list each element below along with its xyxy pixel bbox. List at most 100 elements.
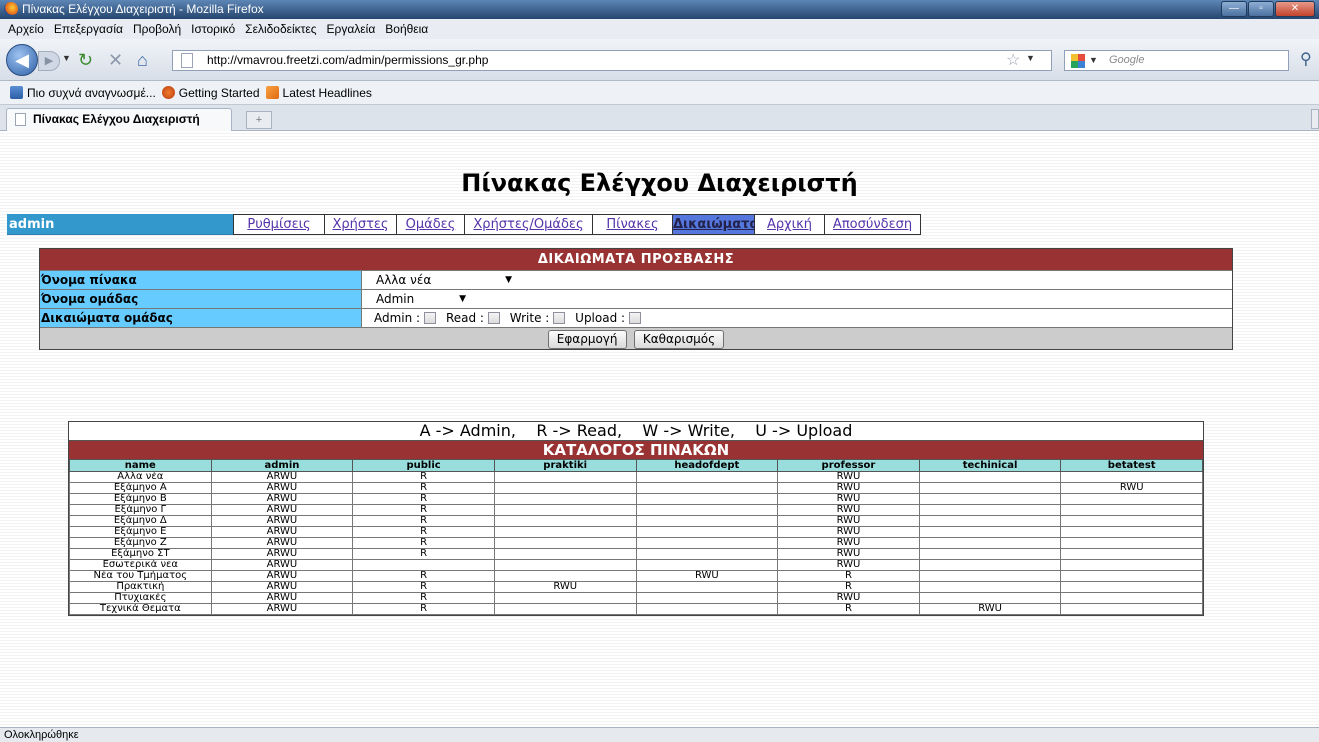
most-visited-icon [10,86,23,99]
close-button[interactable]: ✕ [1275,1,1315,17]
table-name-cell: Αλλα νέα [69,471,212,483]
window-title: Πίνακας Ελέγχου Διαχειριστή - Mozilla Fi… [22,2,264,16]
permission-cell [918,592,1062,604]
tables-catalog: A -> Admin, R -> Read, W -> Write, U -> … [68,421,1204,616]
tab-strip: Πίνακας Ελέγχου Διαχειριστή + [0,105,1319,131]
google-icon[interactable] [1071,54,1085,68]
table-name-cell: Πρακτική [69,581,212,593]
reload-icon[interactable]: ↻ [78,50,93,70]
url-bar[interactable]: http://vmavrou.freetzi.com/admin/permiss… [172,50,1052,71]
table-name-cell: Πτυχιακές [69,592,212,604]
rss-icon [265,86,279,99]
table-select[interactable]: Αλλα νέα ▼ [374,272,516,288]
bookmark-label: Latest Headlines [282,85,372,100]
permission-cell [493,482,637,494]
table-name-cell: Εσωτερικά νεα [69,559,212,571]
search-icon[interactable]: ⚲ [1300,49,1312,69]
nav-settings[interactable]: Ρυθμίσεις [233,214,325,235]
menu-view[interactable]: Προβολή [133,22,181,36]
new-tab-button[interactable]: + [246,111,272,129]
search-input[interactable]: ▼ Google [1064,50,1289,71]
permission-cell: R [352,515,495,527]
nav-users[interactable]: Χρήστες [325,214,397,235]
bookmark-getting-started[interactable]: Getting Started [161,86,260,100]
permission-cell [1060,515,1203,527]
nav-tables[interactable]: Πίνακες [593,214,673,235]
tab-admin-panel[interactable]: Πίνακας Ελέγχου Διαχειριστή [6,108,232,131]
upload-right-checkbox[interactable] [629,312,642,324]
permission-cell: R [352,482,495,494]
status-bar: Ολοκληρώθηκε [0,727,1319,742]
permission-cell [1060,493,1203,505]
table-name-cell: Εξάμηνο Ε [69,526,212,538]
nav-users-groups[interactable]: Χρήστες/Ομάδες [465,214,593,235]
table-row: Πρακτική ARWU R RWU R [69,581,1203,593]
table-name-row: Όνομα πίνακα Αλλα νέα ▼ [40,270,1232,289]
permission-cell: RWU [777,471,920,483]
chevron-down-icon: ▼ [459,294,466,304]
permission-cell: ARWU [210,526,354,538]
group-select[interactable]: Admin ▼ [374,291,470,307]
nav-groups[interactable]: Ομάδες [397,214,465,235]
window-controls: — ▫ ✕ [1221,1,1315,17]
menu-bookmarks[interactable]: Σελιδοδείκτες [245,22,316,36]
forward-button[interactable]: ▶ [38,51,60,71]
bookmark-star-icon[interactable]: ☆ [1006,50,1020,70]
history-dropdown-icon[interactable]: ▼ [62,53,71,63]
column-header: headofdept [635,459,779,472]
table-row: Πτυχιακές ARWU R RWU [69,592,1203,604]
write-right-checkbox[interactable] [553,312,566,324]
permission-cell [1060,526,1203,538]
apply-button[interactable]: Εφαρμογή [547,330,627,349]
permission-cell: R [777,603,920,615]
permissions-table: name admin public praktiki headofdept pr… [69,459,1203,615]
permission-cell: RWU [918,603,1062,615]
table-row: Εξάμηνο Β ARWU R RWU [69,493,1203,505]
table-row: Αλλα νέα ARWU R RWU [69,471,1203,483]
menu-bar: Αρχείο Επεξεργασία Προβολή Ιστορικό Σελι… [0,19,1319,39]
permission-cell [1060,559,1203,571]
read-right-checkbox[interactable] [487,312,500,324]
bookmark-most-visited[interactable]: Πιο συχνά αναγνωσμέ... [10,86,156,100]
nav-home[interactable]: Αρχική [755,214,825,235]
tab-scroll-button[interactable] [1311,109,1319,129]
back-button[interactable]: ◀ [6,44,38,76]
permission-cell [1060,471,1203,483]
permission-cell [493,515,637,527]
permission-cell [493,493,637,505]
admin-nav: admin Ρυθμίσεις Χρήστες Ομάδες Χρήστες/Ο… [7,214,921,235]
permission-cell [918,471,1062,483]
group-rights-label: Δικαιώματα ομάδας [40,309,362,327]
column-header: praktiki [493,459,637,472]
menu-history[interactable]: Ιστορικό [191,22,235,36]
table-name-cell: Εξάμηνο Β [69,493,212,505]
permission-cell [1060,581,1203,593]
home-icon[interactable]: ⌂ [137,50,148,70]
search-engine-dropdown-icon[interactable]: ▼ [1089,51,1098,70]
menu-edit[interactable]: Επεξεργασία [54,22,123,36]
stop-icon[interactable]: ✕ [108,50,123,70]
url-dropdown-icon[interactable]: ▼ [1026,53,1035,63]
permission-cell [635,559,779,571]
admin-right-checkbox[interactable] [424,312,437,324]
clear-button[interactable]: Καθαρισμός [633,330,725,349]
permission-cell [493,504,637,516]
maximize-button[interactable]: ▫ [1248,1,1274,17]
menu-file[interactable]: Αρχείο [8,22,44,36]
menu-help[interactable]: Βοήθεια [385,22,428,36]
permission-cell: R [777,570,920,582]
page-content: Πίνακας Ελέγχου Διαχειριστή admin Ρυθμίσ… [0,131,1319,727]
permissions-form: ΔΙΚΑΙΩΜΑΤΑ ΠΡΟΣΒΑΣΗΣ Όνομα πίνακα Αλλα ν… [39,248,1233,350]
menu-tools[interactable]: Εργαλεία [327,22,376,36]
permission-cell [635,581,779,593]
permission-cell [635,537,779,549]
permission-cell: ARWU [210,570,354,582]
nav-logout[interactable]: Αποσύνδεση [825,214,921,235]
table-row: Εξάμηνο Γ ARWU R RWU [69,504,1203,516]
permission-cell [918,537,1062,549]
permission-cell: RWU [777,559,920,571]
nav-permissions[interactable]: Δικαιώματα [673,214,758,235]
bookmark-latest-headlines[interactable]: Latest Headlines [265,85,372,100]
minimize-button[interactable]: — [1221,1,1247,17]
permission-cell: RWU [777,537,920,549]
